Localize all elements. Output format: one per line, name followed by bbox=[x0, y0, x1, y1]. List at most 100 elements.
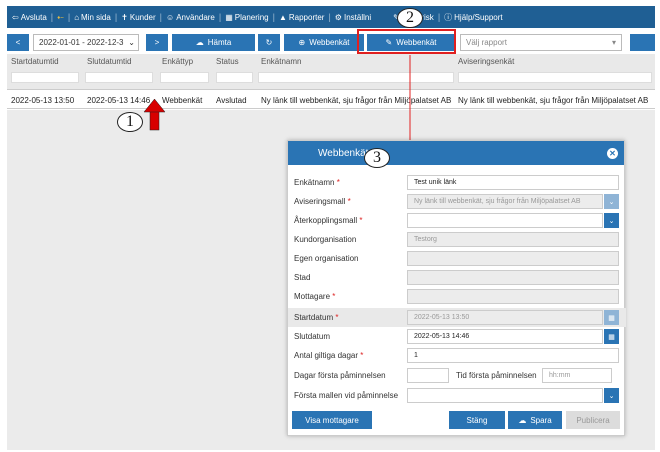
required-marker: * bbox=[336, 178, 340, 187]
new-survey-button[interactable]: ⊕ Webbenkät bbox=[284, 34, 364, 51]
filter-input[interactable] bbox=[258, 72, 454, 83]
highlight-box bbox=[357, 29, 456, 54]
field-slutdatum: Slutdatum 2022-05-13 14:46 ▦ bbox=[288, 327, 626, 346]
column-header[interactable]: Enkättyp bbox=[162, 57, 193, 66]
top-navigation: ⇦ Avsluta | ⇠ | ⌂ Min sida | ✝ Kunder | ☺ An… bbox=[7, 6, 655, 28]
nav-help[interactable]: ⓘ Hjälp/Support bbox=[444, 12, 502, 23]
survey-dialog: Webbenkät ✕ Enkätnamn * Test unik länk A… bbox=[287, 140, 626, 436]
field-paminnelse: Dagar första påminnelsen Tid första påmi… bbox=[288, 366, 626, 385]
nav-planning[interactable]: ▦ Planering bbox=[225, 13, 268, 22]
label-text: Aviseringsmall bbox=[294, 197, 346, 206]
chevron-down-icon[interactable]: ⌄ bbox=[604, 194, 619, 209]
nav-customers[interactable]: ✝ Kunder bbox=[121, 13, 156, 22]
label-text: Enkätnamn bbox=[294, 178, 335, 187]
report-action-button[interactable] bbox=[630, 34, 655, 51]
nav-users[interactable]: ☺ Användare bbox=[166, 13, 215, 22]
calendar-icon[interactable]: ▦ bbox=[604, 310, 619, 325]
save-button[interactable]: ☁ Spara bbox=[508, 411, 562, 429]
next-period-button[interactable]: > bbox=[146, 34, 168, 51]
refresh-button[interactable]: ↻ bbox=[258, 34, 280, 51]
back-arrow-icon: ⇠ bbox=[57, 12, 64, 22]
fetch-button[interactable]: ☁ Hämta bbox=[172, 34, 255, 51]
reminder-time-input[interactable]: hh:mm bbox=[542, 368, 612, 383]
chevron-down-icon[interactable]: ⌄ bbox=[604, 213, 619, 228]
table-cell: Webbenkät bbox=[162, 96, 203, 105]
nav-label: Kunder bbox=[129, 12, 156, 22]
nav-my-page[interactable]: ⌂ Min sida bbox=[74, 13, 111, 22]
logout-icon: ⇦ bbox=[12, 12, 19, 22]
nav-divider: | bbox=[159, 12, 163, 22]
nav-divider: | bbox=[437, 12, 441, 22]
valid-days-input[interactable]: 1 bbox=[407, 348, 619, 363]
column-header[interactable]: Enkätnamn bbox=[261, 57, 301, 66]
nav-divider: | bbox=[67, 12, 71, 22]
nav-divider: | bbox=[272, 12, 275, 22]
cloud-icon: ☁ bbox=[195, 38, 204, 47]
chart-icon: ▲ bbox=[278, 12, 287, 22]
required-marker: * bbox=[332, 292, 336, 301]
nav-logout[interactable]: ⇦ Avsluta bbox=[12, 13, 47, 22]
field-label: Enkätnamn * bbox=[294, 178, 340, 187]
city-input[interactable] bbox=[407, 270, 619, 285]
table-cell: Ny länk till webbenkät, sju frågor från … bbox=[261, 96, 452, 105]
filter-input[interactable] bbox=[11, 72, 79, 83]
survey-name-input[interactable]: Test unik länk bbox=[407, 175, 619, 190]
filter-input[interactable] bbox=[85, 72, 153, 83]
prev-period-button[interactable]: < bbox=[7, 34, 29, 51]
customer-organisation-input[interactable]: Testorg bbox=[407, 232, 619, 247]
date-range-select[interactable]: 2022-01-01 - 2022-12-3 ⌄ bbox=[33, 34, 139, 51]
chevron-down-icon[interactable]: ⌄ bbox=[604, 388, 619, 403]
nav-label: Användare bbox=[176, 12, 215, 22]
publish-button[interactable]: Publicera bbox=[566, 411, 620, 429]
column-header[interactable]: Aviseringsenkät bbox=[458, 57, 514, 66]
nav-reports[interactable]: ▲ Rapporter bbox=[279, 13, 325, 22]
feedback-template-select[interactable] bbox=[407, 213, 603, 228]
field-label: Kundorganisation bbox=[294, 235, 357, 244]
recipients-input[interactable] bbox=[407, 289, 619, 304]
nav-divider: | bbox=[114, 12, 118, 22]
table-row[interactable]: 2022-05-13 13:50 2022-05-13 14:46 Webben… bbox=[7, 92, 655, 109]
chevron-down-icon: ⌄ bbox=[128, 38, 135, 47]
filter-input[interactable] bbox=[160, 72, 209, 83]
table-cell: Avslutad bbox=[216, 96, 247, 105]
filter-input[interactable] bbox=[458, 72, 652, 83]
chevron-down-icon: ▾ bbox=[611, 38, 616, 47]
column-header[interactable]: Status bbox=[216, 57, 239, 66]
field-aterkopplingsmall: Återkopplingsmall * ⌄ bbox=[288, 211, 626, 230]
save-label: Spara bbox=[530, 415, 552, 425]
field-enkatnamn: Enkätnamn * Test unik länk bbox=[288, 173, 626, 192]
nav-back[interactable]: ⇠ bbox=[57, 13, 64, 22]
end-date-input[interactable]: 2022-05-13 14:46 bbox=[407, 329, 603, 344]
customers-icon: ✝ bbox=[121, 12, 128, 22]
nav-label: Inställni bbox=[343, 12, 372, 22]
reminder-days-input[interactable] bbox=[407, 368, 449, 383]
field-label: Tid första påminnelsen bbox=[456, 371, 537, 380]
label-text: Mottagare bbox=[294, 292, 331, 301]
gear-icon: ⚙ bbox=[334, 12, 342, 22]
start-date-input[interactable]: 2022-05-13 13:50 bbox=[407, 310, 603, 325]
close-button[interactable]: Stäng bbox=[449, 411, 505, 429]
field-forsta-mallen: Första mallen vid påminnelse ⌄ bbox=[288, 386, 626, 405]
nav-settings[interactable]: ⚙ Inställni bbox=[335, 13, 371, 22]
reminder-template-select[interactable] bbox=[407, 388, 603, 403]
notification-template-select[interactable]: Ny länk till webbenkät, sju frågor från … bbox=[407, 194, 603, 209]
table-cell: 2022-05-13 14:46 bbox=[87, 96, 151, 105]
show-recipients-button[interactable]: Visa mottagare bbox=[292, 411, 372, 429]
field-label: Antal giltiga dagar * bbox=[294, 351, 363, 360]
date-range-value: 2022-01-01 - 2022-12-3 bbox=[39, 38, 124, 47]
column-header[interactable]: Slutdatumtid bbox=[87, 57, 131, 66]
report-select[interactable]: Välj rapport ▾ bbox=[460, 34, 622, 51]
field-label: Mottagare * bbox=[294, 292, 335, 301]
info-icon: ⓘ bbox=[444, 12, 453, 22]
filter-input[interactable] bbox=[216, 72, 253, 83]
field-startdatum: Startdatum * 2022-05-13 13:50 ▦ bbox=[288, 308, 626, 327]
plus-circle-icon: ⊕ bbox=[298, 38, 306, 47]
field-mottagare: Mottagare * bbox=[288, 287, 626, 306]
dashboard-icon: ⌂ bbox=[74, 12, 80, 22]
column-header[interactable]: Startdatumtid bbox=[11, 57, 59, 66]
annotation-2: 2 bbox=[397, 8, 423, 28]
close-icon[interactable]: ✕ bbox=[607, 147, 618, 159]
fetch-label: Hämta bbox=[207, 38, 232, 47]
own-organisation-input[interactable] bbox=[407, 251, 619, 266]
calendar-icon[interactable]: ▦ bbox=[604, 329, 619, 344]
